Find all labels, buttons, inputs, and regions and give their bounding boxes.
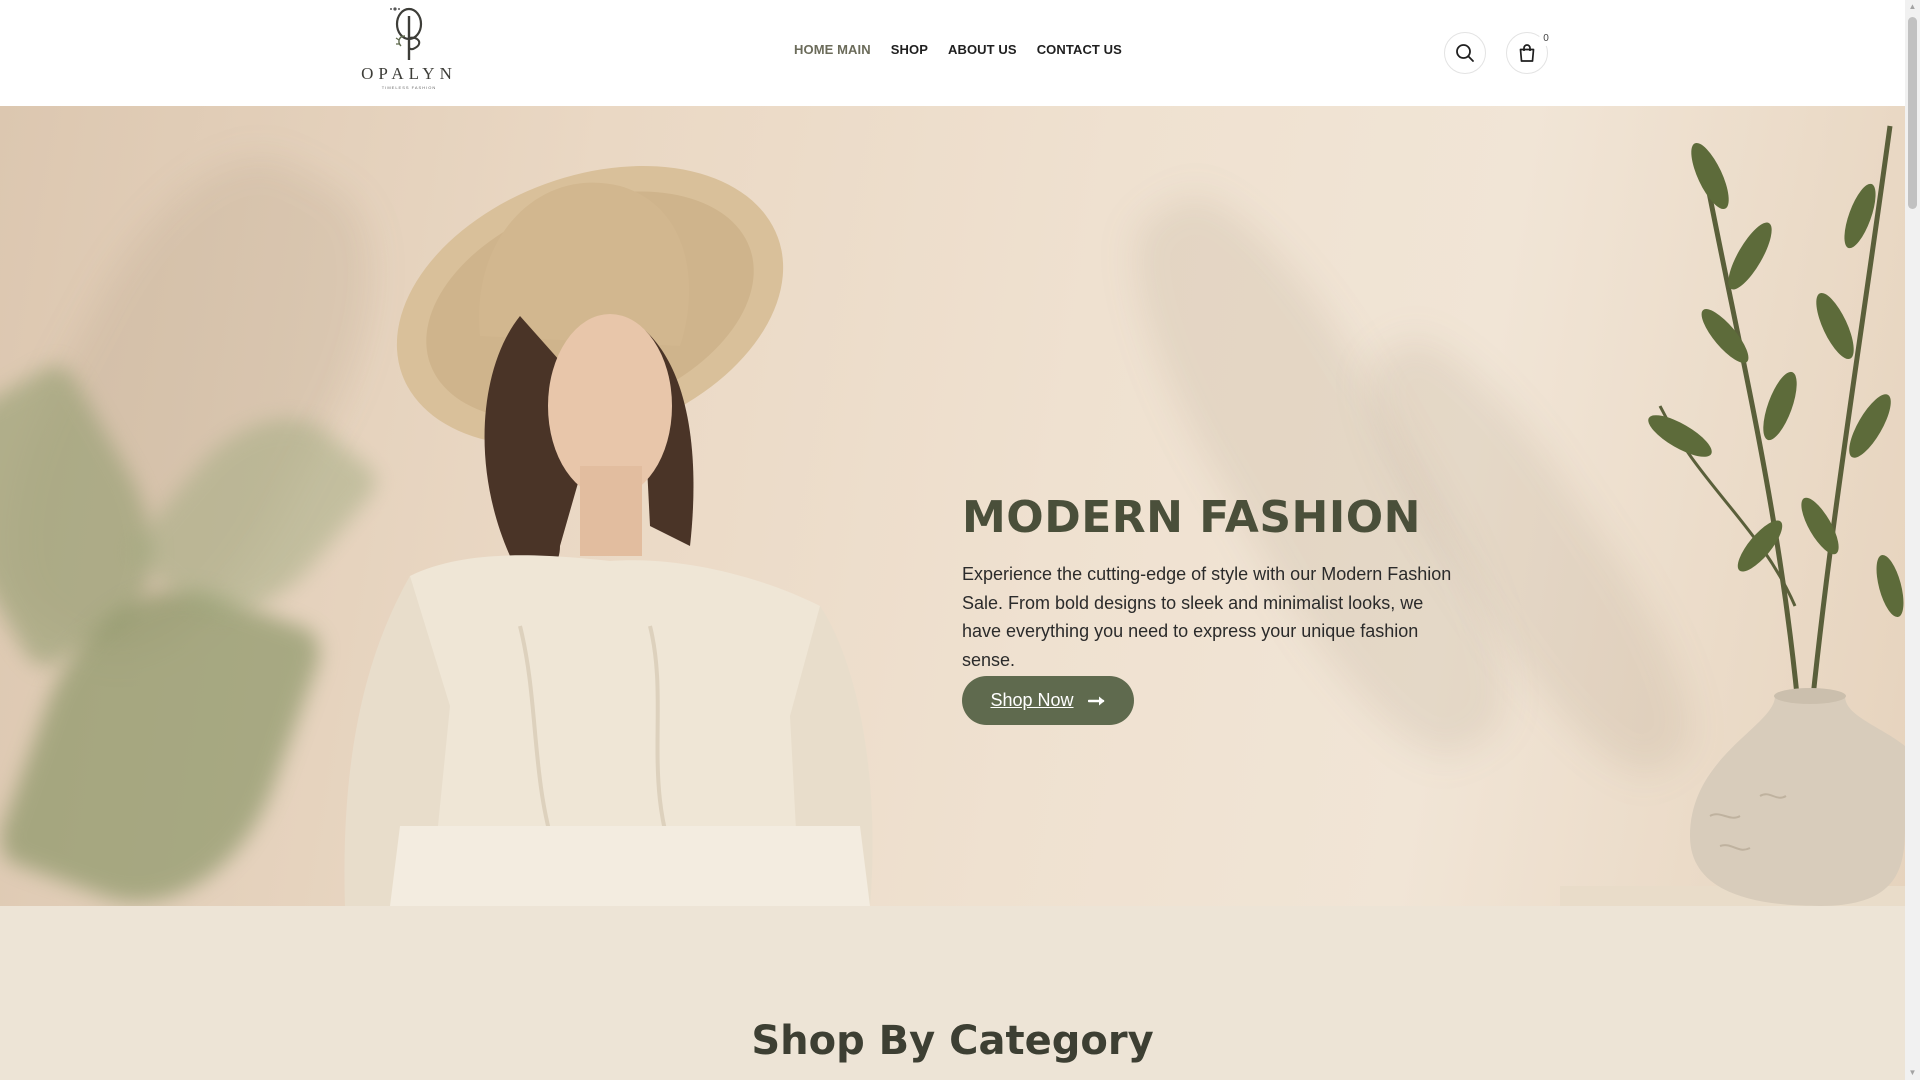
- brand-logo[interactable]: OPALYN TIMELESS FASHION: [355, 4, 463, 98]
- logo-dots-icon: [390, 7, 400, 11]
- nav-item-about-us[interactable]: ABOUT US: [948, 42, 1017, 57]
- arrow-right-icon: [1087, 696, 1105, 705]
- scroll-up-arrow-icon[interactable]: ▲: [1908, 2, 1917, 11]
- nav-item-home-main[interactable]: HOME MAIN: [794, 42, 871, 57]
- plant-vase-image: [1560, 125, 1905, 906]
- shop-now-button[interactable]: Shop Now: [962, 676, 1134, 725]
- hero-description: Experience the cutting-edge of style wit…: [962, 564, 1452, 670]
- section-title: Shop By Category: [751, 1018, 1154, 1064]
- nav-item-contact-us[interactable]: CONTACT US: [1037, 42, 1122, 57]
- hero-banner: MODERN FASHION Experience the cutting-ed…: [0, 106, 1905, 906]
- page-scrollbar[interactable]: ▲ ▼: [1905, 0, 1920, 1080]
- brand-name: OPALYN: [361, 64, 457, 83]
- shopping-bag-icon: [1519, 44, 1535, 62]
- nav-item-shop[interactable]: SHOP: [891, 42, 928, 57]
- shop-now-label: Shop Now: [990, 690, 1074, 710]
- search-icon: [1456, 44, 1474, 62]
- brand-tagline: TIMELESS FASHION: [381, 85, 437, 90]
- hero-model-image: [344, 165, 873, 906]
- hero-title: MODERN FASHION: [962, 492, 1421, 543]
- cart-count-badge: 0: [1539, 32, 1553, 46]
- scroll-down-arrow-icon[interactable]: ▼: [1908, 1068, 1917, 1077]
- site-header: OPALYN TIMELESS FASHION HOME MAIN SHOP A…: [0, 0, 1905, 106]
- search-button[interactable]: [1444, 32, 1486, 74]
- main-navigation: HOME MAIN SHOP ABOUT US CONTACT US: [794, 42, 1122, 57]
- shop-by-category-section: Shop By Category: [0, 906, 1905, 1080]
- logo-monogram-icon: [395, 7, 423, 60]
- scrollbar-thumb[interactable]: [1908, 17, 1917, 209]
